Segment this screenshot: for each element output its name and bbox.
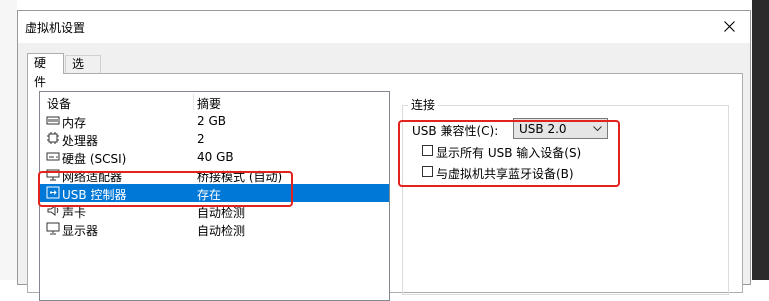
memory-icon bbox=[46, 116, 60, 125]
background-window-right bbox=[752, 0, 769, 280]
device-summary: 自动检测 bbox=[197, 224, 246, 238]
device-name: 网络适配器 bbox=[62, 170, 123, 184]
harddisk-icon bbox=[46, 152, 60, 161]
device-name: USB 控制器 bbox=[62, 188, 127, 202]
device-name: 处理器 bbox=[62, 134, 99, 148]
display-icon bbox=[46, 222, 60, 235]
sound-card-icon bbox=[47, 205, 59, 216]
device-row-network-adapter[interactable]: 网络适配器 桥接模式 (自动) bbox=[40, 166, 389, 184]
cpu-icon bbox=[47, 132, 59, 144]
device-summary: 存在 bbox=[197, 188, 222, 202]
device-row-processor[interactable]: 处理器 2 bbox=[40, 130, 389, 148]
device-summary: 自动检测 bbox=[197, 206, 246, 220]
dialog-title: 虚拟机设置 bbox=[25, 21, 86, 35]
device-summary: 桥接模式 (自动) bbox=[197, 170, 283, 184]
device-name: 内存 bbox=[62, 116, 87, 130]
device-row-display[interactable]: 显示器 自动检测 bbox=[40, 220, 389, 238]
checkbox-box[interactable] bbox=[422, 145, 433, 156]
connection-group-title: 连接 bbox=[408, 96, 439, 113]
tab-hardware[interactable]: 硬件 bbox=[27, 53, 64, 89]
close-icon bbox=[724, 21, 735, 32]
device-list[interactable]: 设备 摘要 内存 2 GB 处理器 2 硬盘 (SCSI) 40 GB 网络适配… bbox=[39, 91, 390, 301]
usb-compat-select[interactable]: USB 2.0 bbox=[513, 118, 608, 139]
network-adapter-icon bbox=[46, 169, 60, 181]
device-summary: 2 bbox=[197, 132, 205, 146]
hardware-tab-panel: 设备 摘要 内存 2 GB 处理器 2 硬盘 (SCSI) 40 GB 网络适配… bbox=[27, 73, 743, 301]
column-header-summary[interactable]: 摘要 bbox=[197, 95, 221, 112]
device-list-header: 设备 摘要 bbox=[40, 92, 389, 112]
chevron-down-icon bbox=[593, 126, 602, 132]
column-header-device[interactable]: 设备 bbox=[47, 95, 71, 112]
device-name: 声卡 bbox=[62, 206, 87, 220]
device-summary: 40 GB bbox=[197, 150, 234, 164]
title-bar: 虚拟机设置 bbox=[18, 11, 750, 43]
device-row-harddisk[interactable]: 硬盘 (SCSI) 40 GB bbox=[40, 148, 389, 166]
device-name: 硬盘 (SCSI) bbox=[62, 152, 127, 166]
background-window-left bbox=[0, 0, 17, 280]
usb-compat-label: USB 兼容性(C): bbox=[412, 124, 499, 138]
checkbox-box[interactable] bbox=[422, 166, 433, 177]
usb-compat-value: USB 2.0 bbox=[519, 122, 567, 136]
tab-options[interactable]: 选项 bbox=[65, 55, 101, 88]
device-summary: 2 GB bbox=[197, 114, 226, 128]
column-divider[interactable] bbox=[193, 94, 194, 110]
device-row-memory[interactable]: 内存 2 GB bbox=[40, 112, 389, 130]
device-row-sound-card[interactable]: 声卡 自动检测 bbox=[40, 202, 389, 220]
device-name: 显示器 bbox=[62, 224, 99, 238]
close-button[interactable] bbox=[710, 11, 750, 43]
checkbox-label: 与虚拟机共享蓝牙设备(B) bbox=[436, 167, 574, 181]
usb-controller-icon bbox=[46, 186, 60, 199]
checkbox-label: 显示所有 USB 输入设备(S) bbox=[436, 146, 582, 160]
vm-settings-dialog: 虚拟机设置 硬件 选项 设备 摘要 内存 2 GB bbox=[17, 10, 751, 301]
device-row-usb-controller[interactable]: USB 控制器 存在 bbox=[40, 184, 389, 202]
